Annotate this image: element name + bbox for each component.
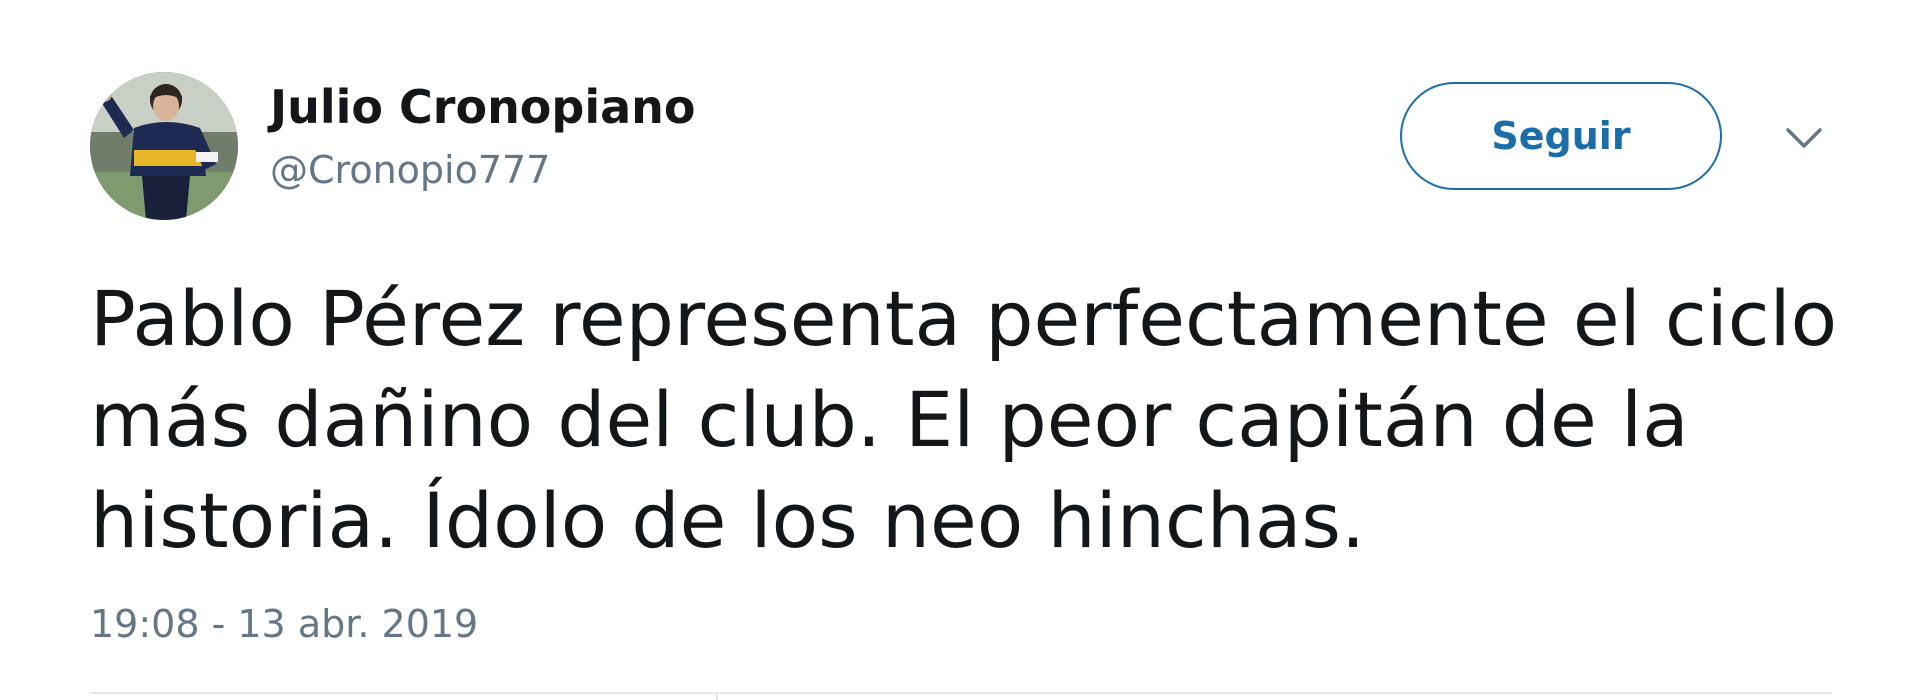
more-options-button[interactable] — [1784, 124, 1824, 154]
user-handle[interactable]: @Cronopio777 — [270, 148, 550, 192]
profile-photo-icon — [90, 72, 238, 220]
tweet-card: Julio Cronopiano @Cronopio777 Seguir Pab… — [0, 0, 1920, 700]
avatar[interactable] — [90, 72, 238, 220]
tweet-timestamp[interactable]: 19:08 - 13 abr. 2019 — [90, 602, 478, 646]
display-name[interactable]: Julio Cronopiano — [270, 80, 696, 134]
tweet-text: Pablo Pérez representa perfectamente el … — [90, 274, 1838, 565]
divider-tick — [716, 692, 718, 700]
chevron-down-icon — [1786, 128, 1822, 148]
divider — [90, 692, 1832, 694]
follow-button[interactable]: Seguir — [1400, 82, 1722, 190]
